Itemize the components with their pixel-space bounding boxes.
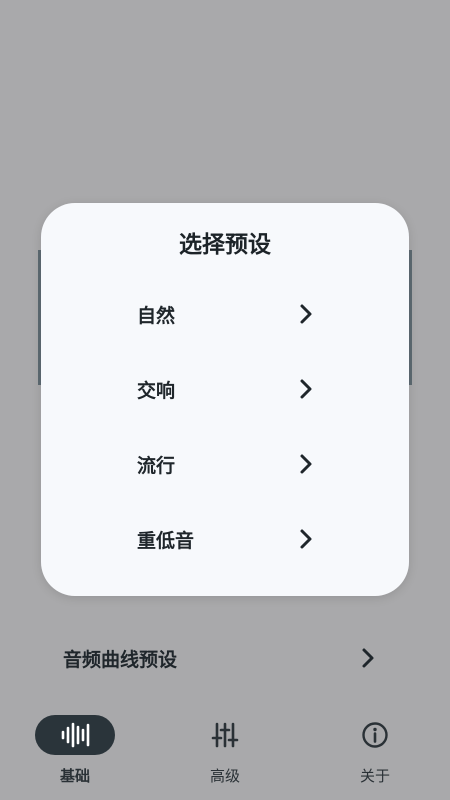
preset-option-symphony[interactable]: 交响 bbox=[121, 364, 321, 414]
waveform-icon bbox=[55, 720, 95, 750]
preset-option-pop[interactable]: 流行 bbox=[121, 439, 321, 489]
preset-option-label: 交响 bbox=[137, 380, 176, 402]
preset-option-label: 流行 bbox=[137, 455, 176, 477]
bottom-navigation: 基础 高级 关于 bbox=[0, 700, 450, 800]
chevron-right-icon bbox=[300, 454, 312, 474]
chevron-right-icon bbox=[300, 529, 312, 549]
chevron-right-icon bbox=[362, 648, 374, 668]
chevron-right-icon bbox=[300, 304, 312, 324]
info-icon bbox=[355, 720, 395, 750]
select-preset-dialog: 选择预设 自然 交响 流行 重低音 bbox=[41, 203, 409, 596]
preset-option-label: 重低音 bbox=[137, 530, 195, 552]
preset-option-natural[interactable]: 自然 bbox=[121, 289, 321, 339]
nav-label: 关于 bbox=[359, 767, 390, 785]
nav-label: 高级 bbox=[209, 767, 240, 785]
dialog-title: 选择预设 bbox=[179, 232, 271, 258]
chevron-right-icon bbox=[300, 379, 312, 399]
nav-item-about[interactable]: 关于 bbox=[300, 700, 450, 800]
audio-curve-preset-label: 音频曲线预设 bbox=[63, 648, 178, 671]
nav-item-advanced[interactable]: 高级 bbox=[150, 700, 300, 800]
preset-option-label: 自然 bbox=[137, 305, 176, 327]
sliders-icon bbox=[205, 720, 245, 750]
preset-option-bass[interactable]: 重低音 bbox=[121, 514, 321, 564]
nav-item-basic[interactable]: 基础 bbox=[0, 700, 150, 800]
nav-label: 基础 bbox=[59, 767, 90, 785]
audio-curve-preset-row[interactable]: 音频曲线预设 bbox=[0, 630, 450, 686]
